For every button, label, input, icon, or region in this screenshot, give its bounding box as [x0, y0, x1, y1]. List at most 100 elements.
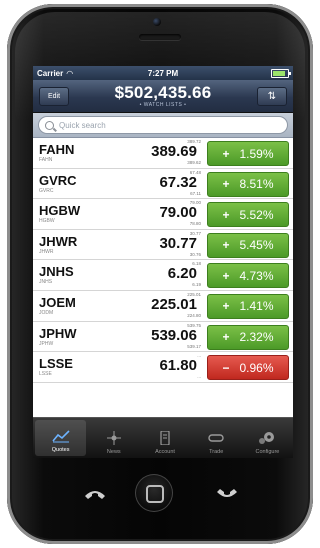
ticker-symbol: FAHN — [39, 142, 75, 157]
nav-bar: Edit $502,435.66 • WATCH LISTS • ⇅ — [33, 80, 293, 113]
quote-row[interactable]: JHWR JHWR 30.77 30.77 30.76 +5.45% — [33, 229, 293, 261]
earpiece-speaker — [139, 34, 181, 40]
ticker-subtitle: HGBW — [39, 218, 55, 225]
battery-icon — [271, 68, 291, 78]
call-icon[interactable] — [82, 484, 108, 502]
change-sign: − — [222, 360, 230, 375]
tab-label: Configure — [255, 449, 280, 455]
ticker-subtitle: JPHW — [39, 340, 54, 347]
percent-change-button[interactable]: +2.32% — [207, 324, 289, 350]
phone-screen: Carrier ◠ 7:27 PM Edit $502,435.66 • WAT… — [33, 66, 293, 458]
ticker-symbol: LSSE — [39, 356, 73, 372]
ask-value: 78.80 — [189, 221, 201, 227]
ask-value: 67.11 — [190, 190, 201, 196]
dot-icon: • — [184, 102, 187, 108]
change-sign: + — [222, 177, 230, 192]
percent-change-button[interactable]: +5.52% — [207, 202, 289, 228]
quick-search-input[interactable]: Quick search — [38, 116, 288, 134]
ticker-symbol: HGBW — [39, 203, 81, 219]
last-price: 389.69 — [151, 143, 197, 160]
tab-account[interactable]: Account — [139, 418, 190, 458]
quote-row[interactable]: GVRC GVRC 67.48 67.32 67.11 +8.51% — [33, 168, 293, 200]
home-square-icon — [146, 485, 164, 503]
ticker-symbol: JHWR — [39, 233, 78, 249]
percent-change-value: 1.59% — [239, 146, 274, 161]
ask-value: 30.76 — [189, 251, 201, 257]
percent-change-value: 2.32% — [239, 330, 274, 345]
quote-row[interactable]: JNHS JNHS 6.18 6.20 6.19 +4.73% — [33, 260, 293, 291]
tab-label: News — [106, 449, 121, 455]
change-sign: + — [222, 146, 230, 161]
ticker-subtitle: LSSE — [39, 371, 52, 378]
line-chart-icon — [51, 428, 70, 444]
watch-list-selector[interactable]: • WATCH LISTS • — [33, 102, 293, 108]
tab-bar: Quotes News Account Trade Configure — [33, 417, 293, 458]
tab-configure[interactable]: Configure — [242, 418, 293, 458]
tab-quotes[interactable]: Quotes — [35, 420, 87, 456]
ticker-subtitle: JODM — [39, 309, 54, 316]
ticker-subtitle: GVRC — [39, 187, 54, 194]
front-camera — [153, 18, 161, 26]
portfolio-total-value: $502,435.66 — [114, 83, 212, 102]
ask-value: 539.17 — [187, 343, 201, 349]
quote-row[interactable]: JOEM JODM 225.01 225.01 224.80 +1.41% — [33, 290, 293, 322]
percent-change-button[interactable]: +1.59% — [207, 141, 289, 166]
percent-change-button[interactable]: +5.45% — [207, 232, 289, 258]
last-price: 225.01 — [151, 295, 197, 313]
trade-icon — [207, 430, 225, 446]
ask-value: 6.19 — [192, 282, 201, 288]
home-button[interactable] — [135, 474, 173, 512]
tab-label: Trade — [209, 449, 224, 455]
percent-change-button[interactable]: −0.96% — [207, 355, 289, 381]
sort-arrows-icon: ⇅ — [267, 91, 277, 102]
ticker-symbol: JOEM — [39, 294, 76, 310]
tab-trade[interactable]: Trade — [191, 418, 242, 458]
percent-change-button[interactable]: +4.73% — [207, 263, 289, 289]
change-sign: + — [222, 268, 230, 283]
last-price: 6.20 — [167, 265, 197, 283]
tab-label: Account — [155, 449, 175, 455]
percent-change-value: 8.51% — [239, 177, 274, 192]
tab-news[interactable]: News — [88, 418, 139, 458]
quote-row[interactable]: LSSE LSSE... 61.80... −0.96% — [33, 352, 293, 383]
percent-change-value: 1.41% — [239, 299, 274, 314]
news-icon — [105, 430, 123, 446]
search-icon — [45, 120, 54, 130]
status-bar: Carrier ◠ 7:27 PM — [33, 66, 293, 80]
search-bar: Quick search — [33, 113, 293, 138]
quote-row[interactable]: FAHN FAHN 389.72 389.69 389.62 +1.59% — [33, 138, 293, 169]
change-sign: + — [222, 330, 230, 345]
ticker-symbol: GVRC — [39, 172, 77, 188]
ticker-symbol: JNHS — [39, 264, 74, 280]
clock: 7:27 PM — [147, 68, 179, 78]
search-placeholder: Quick search — [59, 120, 106, 130]
end-call-icon[interactable] — [214, 484, 240, 502]
quote-row[interactable]: JPHW JPHW 539.75 539.06 539.17 +2.32% — [33, 321, 293, 353]
ticker-subtitle: JNHS — [39, 279, 53, 286]
percent-change-button[interactable]: +1.41% — [207, 293, 289, 319]
quote-row[interactable]: HGBW HGBW 79.00 79.00 78.80 +5.52% — [33, 199, 293, 230]
change-sign: + — [222, 238, 230, 253]
account-icon — [156, 430, 174, 446]
watch-list-label: WATCH LISTS — [143, 102, 183, 108]
ticker-subtitle: FAHN — [39, 157, 53, 163]
ticker-symbol: JPHW — [39, 325, 77, 341]
change-sign: + — [222, 207, 230, 222]
last-price: 61.80 — [159, 357, 197, 375]
percent-change-button[interactable]: +8.51% — [207, 171, 289, 197]
ask-value: 224.80 — [187, 312, 201, 318]
ask-value: ... — [197, 374, 201, 380]
sort-button[interactable]: ⇅ — [257, 87, 287, 106]
dot-icon: • — [139, 102, 142, 108]
change-sign: + — [222, 299, 230, 314]
last-price: 79.00 — [159, 204, 197, 222]
percent-change-value: 5.45% — [239, 238, 274, 253]
tab-label: Quotes — [51, 447, 70, 453]
percent-change-value: 5.52% — [239, 207, 274, 222]
last-price: 30.77 — [159, 234, 197, 252]
quote-list: FAHN FAHN 389.72 389.69 389.62 +1.59% GVRC GVRC… — [33, 138, 293, 383]
percent-change-value: 0.96% — [239, 360, 274, 375]
ask-value: 389.62 — [187, 160, 201, 165]
gears-icon — [258, 430, 276, 446]
last-price: 67.32 — [159, 173, 197, 191]
